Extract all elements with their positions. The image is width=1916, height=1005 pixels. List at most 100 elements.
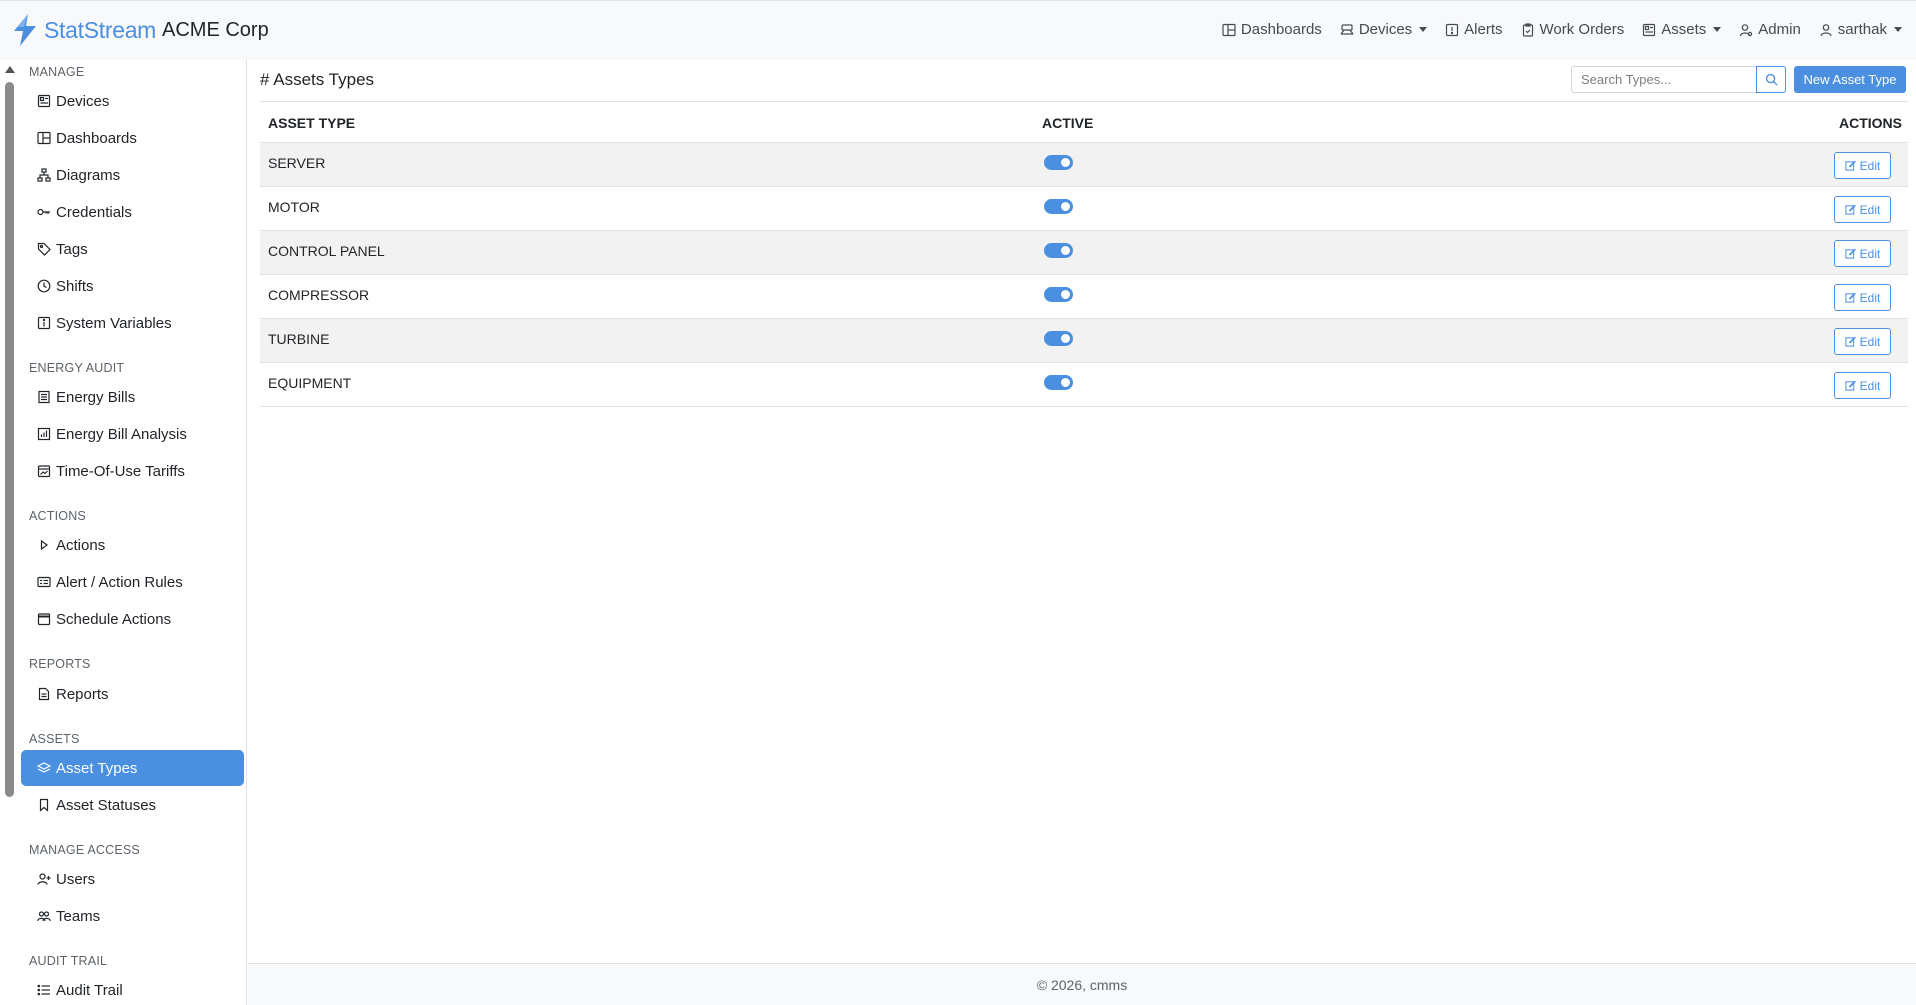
user-plus-icon [37, 873, 51, 885]
sidebar-item-asset-statuses[interactable]: Asset Statuses [21, 787, 244, 823]
nav-dashboards-label: Dashboards [1240, 21, 1322, 38]
sidebar-item-shifts[interactable]: Shifts [21, 268, 244, 304]
search-button[interactable] [1756, 66, 1786, 93]
footer-copyright: © 2026, cmms [1036, 976, 1128, 993]
active-toggle[interactable] [1044, 375, 1073, 390]
sidebar-item-alert-action-rules[interactable]: Alert / Action Rules [21, 564, 244, 600]
sidebar-item-label: Alert / Action Rules [56, 573, 183, 591]
tag-icon [37, 242, 51, 256]
bookmark-icon [39, 798, 49, 812]
calendar-chart-icon [37, 465, 51, 478]
nav-admin-label: Admin [1758, 21, 1801, 38]
sidebar-item-dashboards[interactable]: Dashboards [21, 120, 244, 156]
layers-icon [37, 762, 51, 773]
calendar-icon [37, 613, 51, 626]
sidebar-item-energy-bill-analysis[interactable]: Energy Bill Analysis [21, 416, 244, 452]
edit-icon [1845, 248, 1856, 259]
nav-alerts[interactable]: Alerts [1445, 21, 1503, 38]
assets-icon [1643, 23, 1656, 36]
sidebar-item-tags[interactable]: Tags [21, 231, 244, 267]
active-toggle[interactable] [1044, 287, 1073, 302]
new-asset-type-button[interactable]: New Asset Type [1794, 66, 1906, 93]
column-header-asset-type[interactable]: ASSET TYPE [268, 115, 355, 131]
sidebar-item-credentials[interactable]: Credentials [21, 194, 244, 230]
sidebar-item-schedule-actions[interactable]: Schedule Actions [21, 601, 244, 637]
edit-icon [1845, 292, 1856, 303]
footer: © 2026, cmms [248, 963, 1916, 1005]
sidebar-item-actions[interactable]: Actions [21, 527, 244, 563]
column-header-actions: ACTIONS [1839, 115, 1902, 131]
nav-assets-label: Assets [1661, 21, 1707, 38]
chart-icon [37, 427, 51, 441]
search-icon [1765, 73, 1778, 86]
scroll-up-arrow-icon[interactable] [5, 66, 15, 73]
divider [260, 101, 1908, 102]
active-toggle[interactable] [1044, 331, 1073, 346]
table-row: CONTROL PANEL Edit [260, 231, 1908, 275]
scrollbar-thumb[interactable] [5, 82, 14, 797]
sidebar-item-users[interactable]: Users [21, 861, 244, 897]
search-input[interactable] [1571, 66, 1757, 93]
asset-type-name: MOTOR [268, 199, 320, 215]
table-row: SERVER Edit [260, 143, 1908, 187]
sidebar-item-diagrams[interactable]: Diagrams [21, 157, 244, 193]
edit-icon [1845, 380, 1856, 391]
sidebar-section-actions: ACTIONS [29, 509, 86, 523]
sidebar-item-label: Tags [56, 240, 88, 258]
sidebar: MANAGE Devices Dashboards Diagrams Crede… [0, 60, 247, 1005]
key-icon [37, 208, 50, 216]
nav-admin[interactable]: Admin [1739, 21, 1801, 38]
main-content: # Assets Types New Asset Type ASSET TYPE… [248, 60, 1916, 963]
asset-types-table: ASSET TYPE ACTIVE ACTIONS SERVER Edit MO… [260, 104, 1908, 407]
edit-icon [1845, 204, 1856, 215]
top-nav: Dashboards Devices Alerts Work Orders As… [1222, 21, 1902, 38]
sidebar-item-audit-trail[interactable]: Audit Trail [21, 972, 244, 1005]
asset-type-name: COMPRESSOR [268, 287, 370, 303]
table-row: COMPRESSOR Edit [260, 275, 1908, 319]
active-toggle[interactable] [1044, 155, 1073, 170]
edit-button[interactable]: Edit [1834, 328, 1891, 355]
active-toggle[interactable] [1044, 243, 1073, 258]
brand[interactable]: StatStream [10, 13, 156, 47]
edit-label: Edit [1859, 246, 1881, 261]
sidebar-item-label: System Variables [56, 314, 172, 332]
sidebar-item-label: Actions [56, 536, 106, 554]
sidebar-item-energy-bills[interactable]: Energy Bills [21, 379, 244, 415]
sidebar-item-label: Credentials [56, 203, 132, 221]
edit-button[interactable]: Edit [1834, 152, 1891, 179]
rules-icon [37, 576, 51, 588]
edit-label: Edit [1859, 290, 1881, 305]
sidebar-item-label: Audit Trail [56, 981, 123, 999]
nav-devices[interactable]: Devices [1340, 21, 1428, 38]
active-toggle[interactable] [1044, 199, 1073, 214]
nav-work-orders[interactable]: Work Orders [1521, 21, 1624, 38]
edit-button[interactable]: Edit [1834, 240, 1891, 267]
nav-dashboards[interactable]: Dashboards [1222, 21, 1322, 38]
sidebar-item-teams[interactable]: Teams [21, 898, 244, 934]
nav-assets[interactable]: Assets [1642, 21, 1722, 38]
sidebar-item-reports[interactable]: Reports [21, 676, 244, 712]
sidebar-scrollbar[interactable] [2, 64, 15, 1004]
column-header-active[interactable]: ACTIVE [1042, 115, 1093, 131]
edit-label: Edit [1859, 158, 1881, 173]
sidebar-item-asset-types[interactable]: Asset Types [21, 750, 244, 786]
edit-label: Edit [1859, 202, 1881, 217]
edit-button[interactable]: Edit [1834, 372, 1891, 399]
sidebar-item-label: Devices [56, 92, 110, 110]
sidebar-section-manage: MANAGE [29, 65, 85, 79]
sidebar-item-label: Asset Types [56, 759, 138, 777]
asset-type-name: SERVER [268, 155, 326, 171]
nav-user-menu[interactable]: sarthak [1819, 21, 1902, 38]
sidebar-section-manage-access: MANAGE ACCESS [29, 843, 140, 857]
sidebar-item-label: Time-Of-Use Tariffs [56, 462, 185, 480]
edit-icon [1845, 160, 1856, 171]
sidebar-item-label: Reports [56, 685, 109, 703]
sidebar-item-label: Teams [56, 907, 101, 925]
sidebar-section-assets: ASSETS [29, 732, 80, 746]
sidebar-item-devices[interactable]: Devices [21, 83, 244, 119]
sidebar-section-reports: REPORTS [29, 657, 91, 671]
edit-button[interactable]: Edit [1834, 196, 1891, 223]
sidebar-item-tou-tariffs[interactable]: Time-Of-Use Tariffs [21, 453, 244, 489]
edit-button[interactable]: Edit [1834, 284, 1891, 311]
sidebar-item-system-variables[interactable]: System Variables [21, 305, 244, 341]
